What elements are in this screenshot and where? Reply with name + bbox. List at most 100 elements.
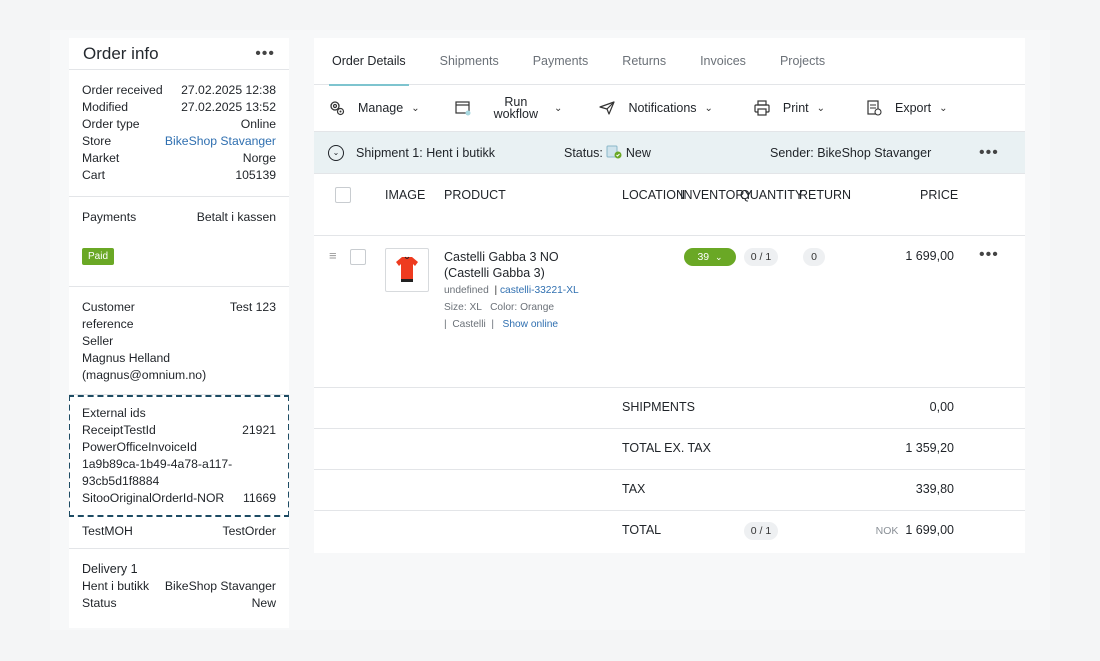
external-ids-section: External ids ReceiptTestId 21921 PowerOff… — [69, 395, 289, 517]
sitoo-id-row: SitooOriginalOrderId-NOR 11669 — [82, 490, 276, 507]
shipments-label: SHIPMENTS — [622, 400, 695, 414]
delivery-title: Delivery 1 — [82, 562, 138, 576]
product-price: 1 699,00 — [905, 249, 954, 263]
order-type-value: Online — [240, 117, 276, 131]
seller-email: (magnus@omnium.no) — [82, 368, 207, 382]
toolbar: Manage ⌄ Run wokflow ⌄ Notifications ⌄ Print… — [314, 85, 1025, 132]
row-menu-button[interactable]: ••• — [979, 247, 999, 263]
run-workflow-label: Run wokflow — [493, 96, 539, 121]
summary-tax-row: TAX 339,80 — [314, 470, 1025, 511]
chevron-down-icon: ⌄ — [816, 102, 826, 114]
run-label-line2: wokflow — [493, 107, 539, 121]
modified-row: Modified 27.02.2025 13:52 — [82, 99, 276, 116]
seller-label: Seller — [82, 334, 114, 348]
shipment-status-label: Status: — [564, 146, 603, 160]
summary-total-ex-tax-row: TOTAL EX. TAX 1 359,20 — [314, 429, 1025, 470]
payments-section: Payments Betalt i kassen Paid — [69, 197, 289, 287]
modified-value: 27.02.2025 13:52 — [181, 100, 276, 114]
customer-row: Customer Test 123 — [82, 299, 276, 316]
shipment-sender-label: Sender: — [770, 145, 814, 160]
total-currency: NOK — [875, 525, 899, 537]
tab-shipments[interactable]: Shipments — [440, 38, 499, 85]
manage-button[interactable]: Manage ⌄ — [328, 99, 420, 117]
delivery-status-label: Status — [82, 596, 117, 610]
row-checkbox[interactable] — [350, 249, 366, 265]
quantity-pill: 0 / 1 — [744, 248, 778, 266]
shipment-status-value: New — [625, 146, 651, 160]
return-pill: 0 — [803, 248, 825, 266]
export-button[interactable]: Export ⌄ — [865, 99, 948, 117]
collapse-shipment-button[interactable]: ⌄ — [328, 144, 344, 161]
product-name-line2: (Castelli Gabba 3) — [444, 266, 545, 280]
notifications-button[interactable]: Notifications ⌄ — [598, 99, 713, 117]
testmoh-section: TestMOH TestOrder — [69, 517, 289, 549]
shipment-number: Shipment 1: — [356, 145, 423, 160]
product-attributes: Size: XL Color: Orange — [444, 302, 554, 313]
workflow-icon — [454, 101, 471, 116]
order-received-label: Order received — [82, 83, 163, 97]
tab-order-details[interactable]: Order Details — [329, 38, 409, 86]
product-sku-link[interactable]: castelli-33221-XL — [500, 285, 579, 296]
receipt-id-row: ReceiptTestId 21921 — [82, 422, 276, 439]
shipment-sender-value: BikeShop Stavanger — [817, 145, 932, 160]
product-name-line1: Castelli Gabba 3 NO — [444, 250, 559, 264]
testmoh-row: TestMOH TestOrder — [82, 523, 276, 540]
delivery-section: Delivery 1 Hent i butikk BikeShop Stavang… — [69, 549, 289, 628]
shipment-menu-button[interactable]: ••• — [979, 144, 999, 161]
export-label: Export — [895, 101, 932, 115]
sitoo-id-value: 11669 — [243, 491, 276, 505]
tab-projects[interactable]: Projects — [780, 38, 825, 85]
chevron-down-icon: ⌄ — [704, 102, 713, 114]
col-price: PRICE — [920, 188, 959, 202]
manage-label: Manage — [358, 101, 404, 115]
store-link[interactable]: BikeShop Stavanger — [165, 133, 276, 150]
tab-payments[interactable]: Payments — [533, 38, 589, 85]
order-info-header: Order info ••• — [69, 38, 289, 70]
inventory-dropdown[interactable]: 39 ⌄ — [684, 248, 736, 266]
order-info-menu-button[interactable]: ••• — [255, 45, 275, 62]
printer-icon — [754, 100, 770, 116]
order-received-value: 27.02.2025 12:38 — [181, 83, 276, 97]
poweroffice-id-value-line2: 93cb5d1f8884 — [82, 474, 160, 488]
table-row: ≡ Castelli Gabba 3 NO (Castelli Gabba 3) … — [314, 236, 1025, 388]
seller-name: Magnus Helland — [82, 351, 171, 365]
order-meta-section: Order received 27.02.2025 12:38 Modified 2… — [69, 70, 289, 197]
product-size: Size: XL — [444, 302, 482, 313]
col-quantity: QUANTITY — [740, 188, 804, 202]
receipt-id-label: ReceiptTestId — [82, 423, 156, 437]
total-label: TOTAL — [622, 523, 662, 537]
customer-value: Test 123 — [229, 300, 276, 314]
print-button[interactable]: Print ⌄ — [753, 99, 825, 117]
notifications-label: Notifications — [628, 101, 697, 115]
tab-invoices[interactable]: Invoices — [700, 38, 746, 85]
tax-label: TAX — [622, 482, 646, 496]
payments-label: Payments — [82, 210, 137, 224]
order-info-title: Order info — [83, 43, 159, 63]
market-label: Market — [82, 151, 120, 165]
tax-value: 339,80 — [915, 482, 954, 496]
tab-returns[interactable]: Returns — [622, 38, 666, 85]
summary-total-row: TOTAL 0 / 1 NOK 1 699,00 — [314, 511, 1025, 552]
product-image — [385, 248, 429, 292]
product-brand: Castelli — [452, 319, 486, 330]
external-ids-title: External ids — [82, 406, 146, 420]
run-workflow-button[interactable]: Run wokflow ⌄ — [454, 96, 562, 121]
market-row: Market Norge — [82, 150, 276, 167]
show-online-link[interactable]: Show online — [503, 319, 559, 330]
receipt-id-value: 21921 — [242, 423, 276, 437]
testmoh-value: TestOrder — [222, 524, 276, 538]
customer-reference-label: reference — [82, 317, 134, 331]
poweroffice-id-value-line1: 1a9b89ca-1b49-4a78-a117- — [82, 457, 233, 471]
shipments-value: 0,00 — [929, 400, 954, 414]
shipment-method: Hent i butikk — [426, 145, 495, 160]
drag-handle-icon[interactable]: ≡ — [329, 248, 337, 263]
chevron-down-icon: ⌄ — [714, 251, 723, 262]
send-icon — [599, 101, 616, 115]
order-type-label: Order type — [82, 117, 140, 131]
shipment-header: ⌄ Shipment 1: Hent i butikk Status: New … — [314, 132, 1025, 174]
sitoo-id-label: SitooOriginalOrderId-NOR — [82, 491, 225, 505]
select-all-checkbox[interactable] — [335, 187, 351, 203]
store-row: Store BikeShop Stavanger — [82, 133, 276, 150]
tab-bar: Order Details Shipments Payments Returns… — [314, 38, 1025, 86]
print-label: Print — [782, 101, 809, 115]
